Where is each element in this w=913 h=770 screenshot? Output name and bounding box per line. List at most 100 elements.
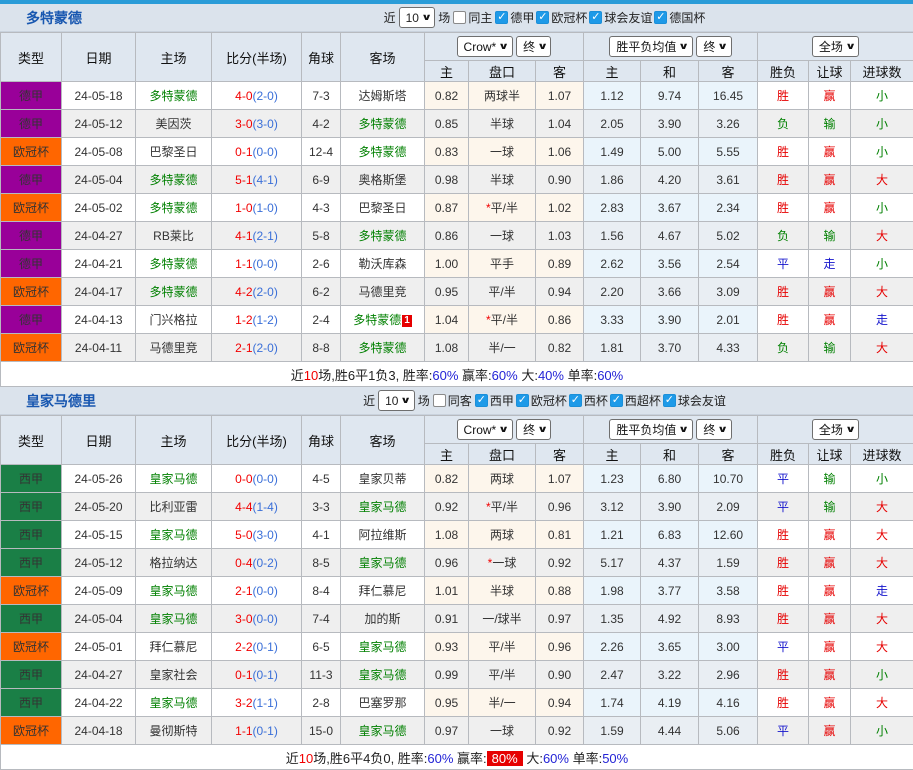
away-team[interactable]: 皇家贝蒂 bbox=[341, 465, 425, 493]
chevron-down-icon: ∨ bbox=[537, 424, 548, 435]
matches-table: 类型 日期 主场 比分(半场) 角球 客场 Crow*∨ 终∨ 胜平负均值∨ 终… bbox=[0, 32, 913, 387]
checkbox-icon[interactable]: ✓ bbox=[516, 394, 529, 407]
away-team[interactable]: 马德里竞 bbox=[341, 278, 425, 306]
avg-draw-odds: 3.90 bbox=[641, 306, 699, 334]
home-team[interactable]: 马德里竞 bbox=[136, 334, 212, 362]
home-team[interactable]: 皇家马德 bbox=[136, 521, 212, 549]
home-team[interactable]: 皇家马德 bbox=[136, 465, 212, 493]
home-team[interactable]: 皇家马德 bbox=[136, 577, 212, 605]
odds-stage-select[interactable]: 终∨ bbox=[516, 36, 551, 57]
away-team[interactable]: 勒沃库森 bbox=[341, 250, 425, 278]
same-venue-filter[interactable]: 同客 bbox=[433, 392, 472, 409]
away-team[interactable]: 皇家马德 bbox=[341, 633, 425, 661]
home-team[interactable]: 多特蒙德 bbox=[136, 278, 212, 306]
league-filter[interactable]: ✓西杯 bbox=[569, 392, 608, 409]
home-team[interactable]: 皇家社会 bbox=[136, 661, 212, 689]
league-filter[interactable]: ✓西甲 bbox=[475, 392, 514, 409]
checkbox-icon[interactable]: ✓ bbox=[495, 11, 508, 24]
league-filter[interactable]: ✓欧冠杯 bbox=[516, 392, 567, 409]
away-team[interactable]: 达姆斯塔 bbox=[341, 82, 425, 110]
bookmaker-select[interactable]: Crow*∨ bbox=[457, 36, 513, 57]
corners: 11-3 bbox=[302, 661, 341, 689]
away-team[interactable]: 多特蒙德 bbox=[341, 222, 425, 250]
league-filter[interactable]: ✓球会友谊 bbox=[589, 9, 652, 26]
home-odds: 0.95 bbox=[425, 689, 469, 717]
avg-win-odds: 2.62 bbox=[584, 250, 641, 278]
away-team[interactable]: 皇家马德 bbox=[341, 493, 425, 521]
home-team[interactable]: 巴黎圣日 bbox=[136, 138, 212, 166]
checkbox-icon[interactable]: ✓ bbox=[610, 394, 623, 407]
checkbox-icon[interactable] bbox=[453, 11, 466, 24]
away-team[interactable]: 阿拉维斯 bbox=[341, 521, 425, 549]
away-team[interactable]: 多特蒙德1 bbox=[341, 306, 425, 334]
corners: 8-4 bbox=[302, 577, 341, 605]
home-team[interactable]: 拜仁慕尼 bbox=[136, 633, 212, 661]
away-team[interactable]: 多特蒙德 bbox=[341, 110, 425, 138]
checkbox-icon[interactable]: ✓ bbox=[536, 11, 549, 24]
goals-result: 大 bbox=[851, 633, 913, 661]
recent-count-select[interactable]: 10∨ bbox=[378, 390, 415, 411]
avg-draw-odds: 6.80 bbox=[641, 465, 699, 493]
home-team[interactable]: 皇家马德 bbox=[136, 605, 212, 633]
corners: 5-8 bbox=[302, 222, 341, 250]
checkbox-icon[interactable]: ✓ bbox=[569, 394, 582, 407]
handicap-result: 赢 bbox=[809, 194, 851, 222]
league-filter[interactable]: ✓德甲 bbox=[495, 9, 534, 26]
league-filter-label: 西杯 bbox=[584, 392, 608, 409]
checkbox-icon[interactable]: ✓ bbox=[475, 394, 488, 407]
home-team[interactable]: 比利亚雷 bbox=[136, 493, 212, 521]
home-team[interactable]: 曼彻斯特 bbox=[136, 717, 212, 745]
bookmaker-select[interactable]: Crow*∨ bbox=[457, 419, 513, 440]
scope-select[interactable]: 全场∨ bbox=[812, 419, 859, 440]
match-date: 24-04-11 bbox=[62, 334, 136, 362]
avg-draw-odds: 3.65 bbox=[641, 633, 699, 661]
home-team[interactable]: 多特蒙德 bbox=[136, 82, 212, 110]
away-team[interactable]: 巴塞罗那 bbox=[341, 689, 425, 717]
checkbox-icon[interactable]: ✓ bbox=[589, 11, 602, 24]
home-team[interactable]: 多特蒙德 bbox=[136, 250, 212, 278]
col-handicap: 盘口 bbox=[469, 61, 536, 82]
away-team[interactable]: 多特蒙德 bbox=[341, 334, 425, 362]
league-filter[interactable]: ✓德国杯 bbox=[654, 9, 705, 26]
away-team[interactable]: 皇家马德 bbox=[341, 717, 425, 745]
home-team[interactable]: RB莱比 bbox=[136, 222, 212, 250]
score: 0-4(0-2) bbox=[212, 549, 302, 577]
home-team[interactable]: 美因茨 bbox=[136, 110, 212, 138]
odds-stage-select[interactable]: 终∨ bbox=[516, 419, 551, 440]
handicap-line: *一球 bbox=[469, 549, 536, 577]
avg-stage-select[interactable]: 终∨ bbox=[696, 36, 731, 57]
avg-odds-header: 胜平负均值∨ 终∨ bbox=[584, 416, 758, 444]
league-filter[interactable]: ✓欧冠杯 bbox=[536, 9, 587, 26]
away-team[interactable]: 多特蒙德 bbox=[341, 138, 425, 166]
league-badge: 西甲 bbox=[1, 689, 62, 717]
recent-count-select[interactable]: 10∨ bbox=[399, 7, 436, 28]
home-team[interactable]: 多特蒙德 bbox=[136, 194, 212, 222]
avg-stage-select[interactable]: 终∨ bbox=[696, 419, 731, 440]
home-team[interactable]: 皇家马德 bbox=[136, 689, 212, 717]
away-team[interactable]: 巴黎圣日 bbox=[341, 194, 425, 222]
avg-lose-odds: 2.34 bbox=[699, 194, 758, 222]
checkbox-icon[interactable]: ✓ bbox=[663, 394, 676, 407]
win-draw-loss-result: 胜 bbox=[758, 194, 809, 222]
home-team[interactable]: 多特蒙德 bbox=[136, 166, 212, 194]
league-filter[interactable]: ✓球会友谊 bbox=[663, 392, 726, 409]
same-venue-filter[interactable]: 同主 bbox=[453, 9, 492, 26]
away-team[interactable]: 皇家马德 bbox=[341, 661, 425, 689]
home-team[interactable]: 门兴格拉 bbox=[136, 306, 212, 334]
win-draw-loss-result: 平 bbox=[758, 633, 809, 661]
away-team[interactable]: 拜仁慕尼 bbox=[341, 577, 425, 605]
avg-odds-select[interactable]: 胜平负均值∨ bbox=[609, 419, 692, 440]
away-team[interactable]: 奥格斯堡 bbox=[341, 166, 425, 194]
away-team[interactable]: 皇家马德 bbox=[341, 549, 425, 577]
handicap-line: 一球 bbox=[469, 138, 536, 166]
checkbox-icon[interactable] bbox=[433, 394, 446, 407]
win-draw-loss-result: 胜 bbox=[758, 661, 809, 689]
away-team[interactable]: 加的斯 bbox=[341, 605, 425, 633]
league-filter[interactable]: ✓西超杯 bbox=[610, 392, 661, 409]
home-team[interactable]: 格拉纳达 bbox=[136, 549, 212, 577]
avg-win-odds: 2.20 bbox=[584, 278, 641, 306]
goals-result: 大 bbox=[851, 278, 913, 306]
scope-select[interactable]: 全场∨ bbox=[812, 36, 859, 57]
avg-odds-select[interactable]: 胜平负均值∨ bbox=[609, 36, 692, 57]
checkbox-icon[interactable]: ✓ bbox=[654, 11, 667, 24]
